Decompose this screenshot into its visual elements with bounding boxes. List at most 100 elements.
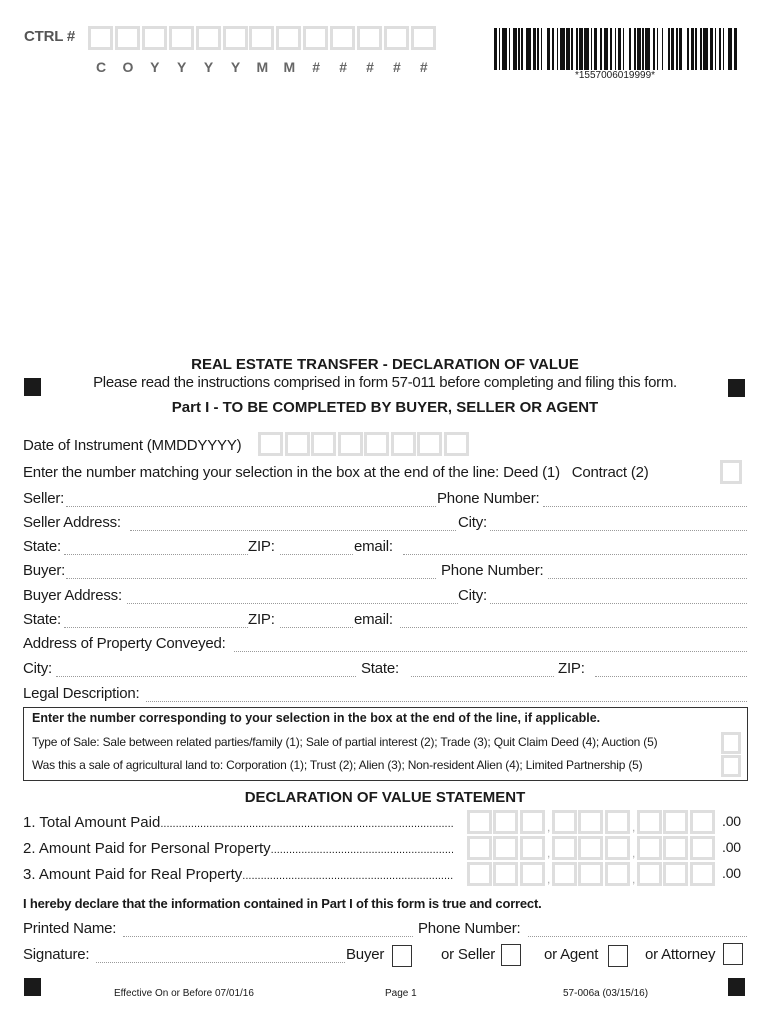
role-buyer-checkbox[interactable] — [392, 945, 412, 967]
signature-field[interactable] — [96, 962, 345, 963]
declaration-statement: I hereby declare that the information co… — [23, 896, 542, 911]
declarant-phone-field[interactable] — [528, 936, 747, 937]
cents-suffix: .00 — [722, 839, 741, 855]
buyer-name-field[interactable] — [66, 578, 436, 579]
amount-digit-box[interactable] — [637, 836, 662, 860]
type-of-sale-input[interactable] — [721, 732, 741, 754]
amount-digit-box[interactable] — [493, 810, 519, 834]
amount-digit-box[interactable] — [689, 836, 715, 860]
seller-email-field[interactable] — [403, 554, 747, 555]
ctrl-digit-box[interactable] — [88, 26, 113, 50]
legal-description-field[interactable] — [146, 701, 747, 702]
buyer-address-field[interactable] — [127, 603, 458, 604]
role-agent-checkbox[interactable] — [608, 945, 628, 967]
amount-digit-box[interactable] — [604, 862, 630, 886]
agricultural-land-input[interactable] — [721, 755, 741, 777]
role-attorney-checkbox[interactable] — [723, 943, 743, 965]
value-row-text: 3. Amount Paid for Real Property — [23, 866, 243, 883]
buyer-city-field[interactable] — [490, 603, 747, 604]
amount-digit-box[interactable] — [578, 836, 604, 860]
amount-digit-box[interactable] — [552, 810, 577, 834]
ctrl-digit-box[interactable] — [383, 26, 409, 50]
seller-zip-field[interactable] — [280, 554, 353, 555]
amount-digit-box[interactable] — [493, 836, 519, 860]
ctrl-digit-box[interactable] — [222, 26, 248, 50]
amount-digit-box[interactable] — [467, 836, 492, 860]
ctrl-digit-box[interactable] — [410, 26, 436, 50]
seller-state-label: State: — [23, 538, 61, 555]
amount-digit-box[interactable] — [578, 810, 604, 834]
amount-digit-box[interactable] — [467, 862, 492, 886]
amount-digit-box[interactable] — [663, 810, 689, 834]
buyer-state-field[interactable] — [64, 627, 248, 628]
property-address-field[interactable] — [234, 651, 747, 652]
seller-state-field[interactable] — [64, 554, 248, 555]
date-digit-box[interactable] — [364, 432, 389, 456]
amount-digit-box[interactable] — [663, 836, 689, 860]
amount-digit-box[interactable] — [604, 810, 630, 834]
date-digit-box[interactable] — [258, 432, 283, 456]
amount-digit-box[interactable] — [689, 810, 715, 834]
amount-digit-box[interactable] — [552, 836, 577, 860]
amount-digit-box[interactable] — [467, 810, 492, 834]
buyer-phone-field[interactable] — [548, 578, 747, 579]
seller-city-field[interactable] — [490, 530, 747, 531]
property-state-field[interactable] — [411, 676, 554, 677]
dot-leader: ........................................… — [242, 870, 453, 882]
deed-contract-label: Enter the number matching your selection… — [23, 464, 649, 481]
date-digit-box[interactable] — [390, 432, 416, 456]
thousands-separator: , — [547, 872, 551, 886]
date-digit-box[interactable] — [337, 432, 363, 456]
role-seller-label: or Seller — [441, 946, 496, 963]
seller-phone-field[interactable] — [543, 506, 747, 507]
deed-contract-input[interactable] — [720, 460, 742, 484]
amount-digit-box[interactable] — [519, 862, 545, 886]
ctrl-digit-box[interactable] — [195, 26, 221, 50]
amount-digit-box[interactable] — [578, 862, 604, 886]
buyer-address-label: Buyer Address: — [23, 587, 122, 604]
ctrl-digit-box[interactable] — [276, 26, 302, 50]
role-seller-checkbox[interactable] — [501, 944, 521, 966]
amount-digit-box[interactable] — [493, 862, 519, 886]
date-digit-box[interactable] — [311, 432, 336, 456]
amount-digit-box[interactable] — [604, 836, 630, 860]
value-row-text: 2. Amount Paid for Personal Property — [23, 840, 271, 857]
ctrl-format-char: C — [95, 59, 107, 75]
amount-digit-box[interactable] — [663, 862, 689, 886]
thousands-separator: , — [632, 820, 636, 834]
amount-digit-box[interactable] — [689, 862, 715, 886]
buyer-city-label: City: — [458, 587, 488, 604]
ctrl-digit-box[interactable] — [303, 26, 329, 50]
role-buyer-label: Buyer — [346, 946, 385, 963]
ctrl-digit-box[interactable] — [168, 26, 194, 50]
printed-name-field[interactable] — [123, 936, 413, 937]
buyer-state-label: State: — [23, 611, 61, 628]
date-digit-box[interactable] — [417, 432, 442, 456]
amount-digit-box[interactable] — [552, 862, 577, 886]
buyer-zip-field[interactable] — [280, 627, 353, 628]
date-digit-box[interactable] — [284, 432, 310, 456]
part1-title: Part I - TO BE COMPLETED BY BUYER, SELLE… — [171, 399, 599, 416]
seller-zip-label: ZIP: — [248, 538, 275, 555]
ctrl-digit-box[interactable] — [141, 26, 167, 50]
ctrl-format-char: M — [283, 59, 296, 75]
registration-mark-bottom-right — [728, 978, 745, 996]
ctrl-format-char: # — [339, 59, 347, 75]
amount-digit-box[interactable] — [519, 810, 545, 834]
amount-digit-box[interactable] — [637, 862, 662, 886]
property-address-label: Address of Property Conveyed: — [23, 635, 226, 652]
ctrl-digit-box[interactable] — [330, 26, 356, 50]
buyer-zip-label: ZIP: — [248, 611, 275, 628]
ctrl-digit-box[interactable] — [249, 26, 275, 50]
seller-name-field[interactable] — [66, 506, 436, 507]
amount-digit-box[interactable] — [637, 810, 662, 834]
property-zip-field[interactable] — [595, 676, 747, 677]
seller-address-field[interactable] — [130, 530, 456, 531]
buyer-email-field[interactable] — [400, 627, 747, 628]
ctrl-digit-box[interactable] — [114, 26, 140, 50]
date-digit-box[interactable] — [443, 432, 469, 456]
buyer-phone-label: Phone Number: — [441, 562, 544, 579]
amount-digit-box[interactable] — [519, 836, 545, 860]
property-city-field[interactable] — [56, 676, 356, 677]
ctrl-digit-box[interactable] — [357, 26, 382, 50]
